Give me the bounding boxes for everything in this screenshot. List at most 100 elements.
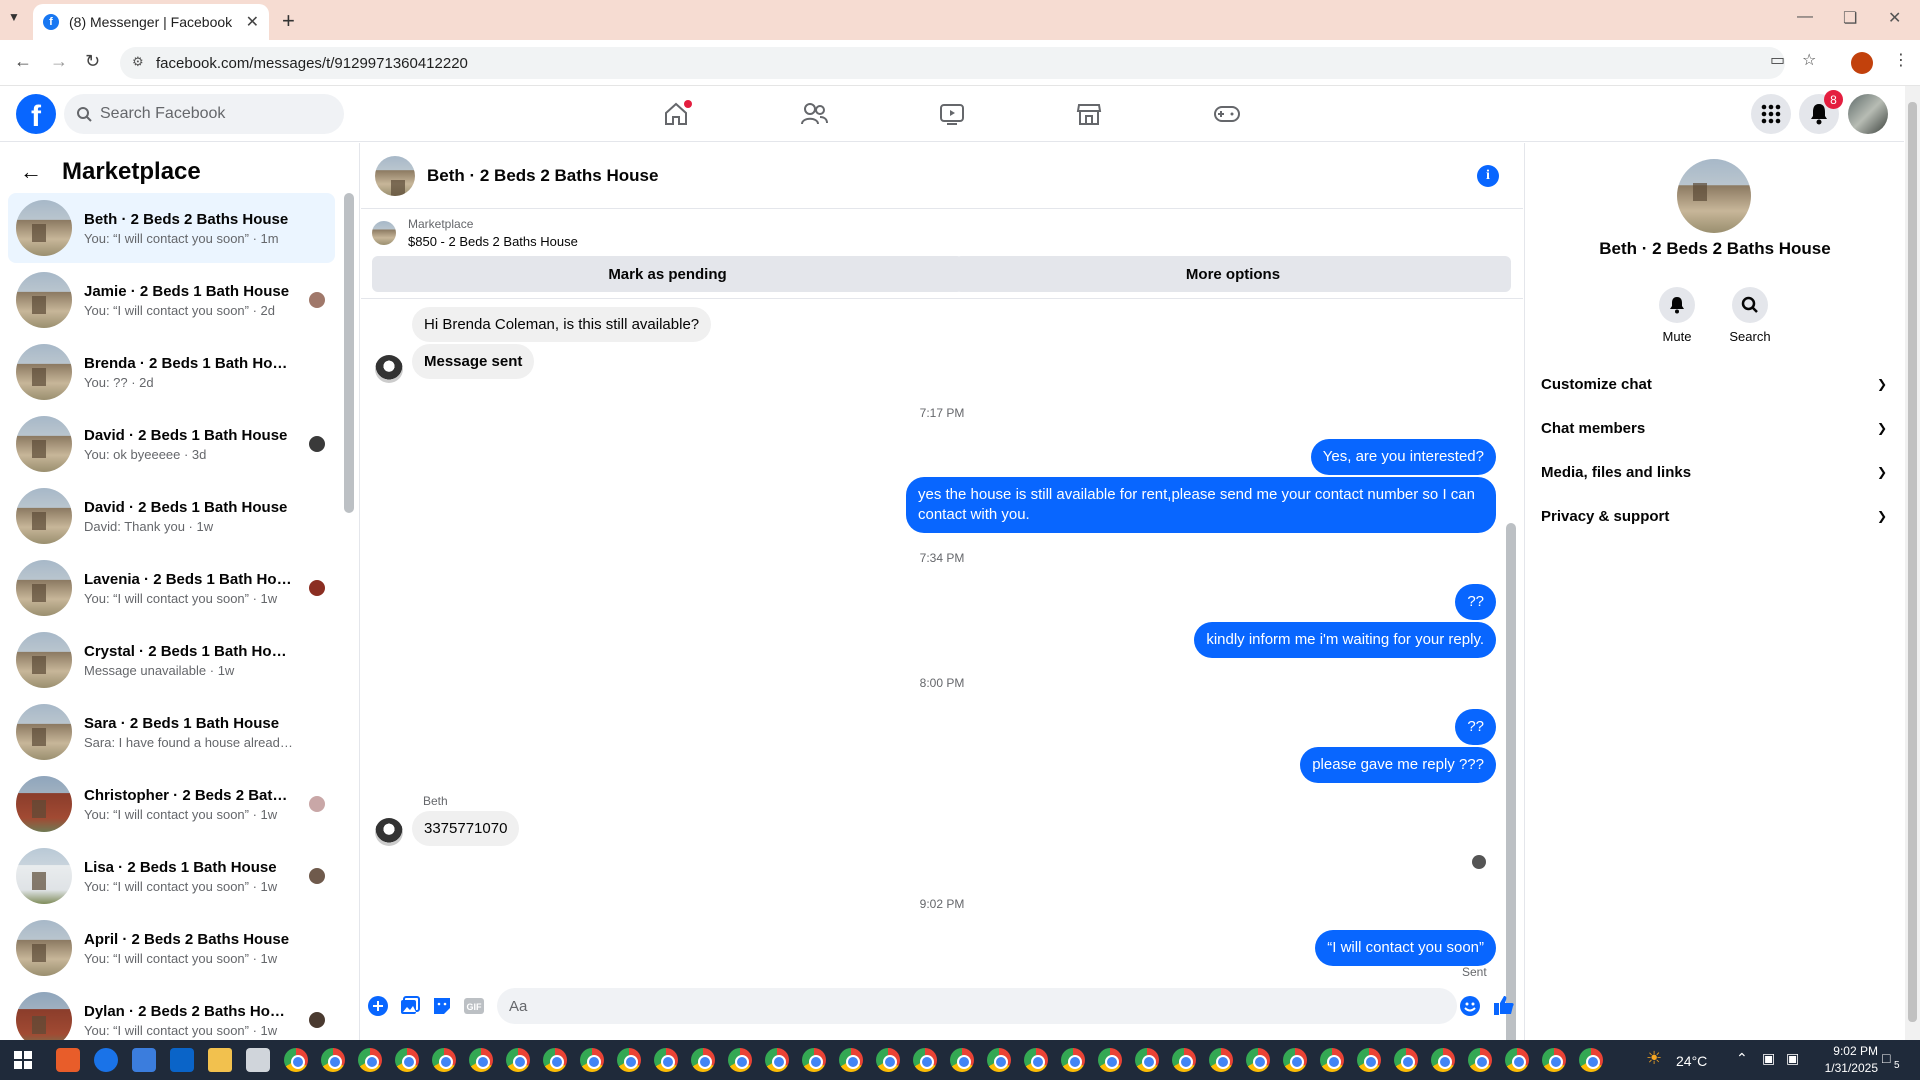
browser-tab[interactable]: f (8) Messenger | Facebook ✕ (33, 4, 269, 40)
chrome-icon[interactable] (580, 1048, 604, 1072)
close-tab-icon[interactable]: ✕ (246, 12, 259, 32)
chrome-icon[interactable] (1098, 1048, 1122, 1072)
mark-as-pending-button[interactable]: Mark as pending (372, 256, 963, 292)
restore-icon[interactable]: ❏ (1843, 8, 1857, 28)
bookmark-star-icon[interactable]: ☆ (1802, 50, 1816, 70)
facebook-search-input[interactable] (100, 105, 320, 123)
privacy-support-section[interactable]: Privacy & support ❯ (1541, 498, 1887, 534)
close-window-icon[interactable]: ✕ (1888, 8, 1901, 28)
chrome-icon[interactable] (950, 1048, 974, 1072)
chrome-icon[interactable] (1468, 1048, 1492, 1072)
conversation-item[interactable]: Christopher · 2 Beds 2 Baths ... You: “I … (8, 769, 335, 839)
chrome-icon[interactable] (617, 1048, 641, 1072)
notification-center-icon[interactable]: □ (1882, 1050, 1890, 1066)
chrome-icon[interactable] (1172, 1048, 1196, 1072)
marketplace-icon[interactable] (1073, 98, 1105, 130)
clock-date[interactable]: 1/31/2025 (1804, 1061, 1878, 1075)
chat-title[interactable]: Beth · 2 Beds 2 Baths House (427, 166, 658, 186)
clock-time[interactable]: 9:02 PM (1804, 1044, 1878, 1058)
mute-button[interactable]: Mute (1647, 287, 1707, 344)
chrome-icon[interactable] (432, 1048, 456, 1072)
conversation-item[interactable]: Dylan · 2 Beds 2 Baths House You: “I will… (8, 985, 335, 1040)
chrome-icon[interactable] (765, 1048, 789, 1072)
chrome-icon[interactable] (1061, 1048, 1085, 1072)
chrome-icon[interactable] (506, 1048, 530, 1072)
photo-icon[interactable] (400, 996, 420, 1016)
chrome-icon[interactable] (1246, 1048, 1270, 1072)
volume-icon[interactable]: ▣ (1786, 1050, 1799, 1067)
chrome-icon[interactable] (395, 1048, 419, 1072)
chrome-icon[interactable] (1135, 1048, 1159, 1072)
chrome-icon[interactable] (802, 1048, 826, 1072)
reload-icon[interactable]: ↻ (85, 51, 100, 72)
chat-members-section[interactable]: Chat members ❯ (1541, 410, 1887, 446)
weather-icon[interactable]: ☀ (1646, 1048, 1662, 1069)
store-icon[interactable] (132, 1048, 156, 1072)
facebook-search[interactable] (64, 94, 344, 134)
conversation-item[interactable]: Lavenia · 2 Beds 1 Bath House You: “I wil… (8, 553, 335, 623)
weather-temp[interactable]: 24°C (1676, 1053, 1707, 1069)
outlook-icon[interactable] (170, 1048, 194, 1072)
chrome-icon[interactable] (691, 1048, 715, 1072)
sender-avatar[interactable] (375, 355, 403, 383)
chrome-icon[interactable] (1542, 1048, 1566, 1072)
install-app-icon[interactable]: ▭ (1770, 50, 1785, 70)
edge-icon[interactable] (94, 1048, 118, 1072)
new-tab-button[interactable]: + (282, 8, 295, 34)
conversation-item[interactable]: Beth · 2 Beds 2 Baths House You: “I will … (8, 193, 335, 263)
forward-icon[interactable]: → (50, 51, 68, 72)
app-icon[interactable] (56, 1048, 80, 1072)
gaming-icon[interactable] (1211, 98, 1243, 130)
watch-video-icon[interactable] (936, 98, 968, 130)
chrome-icon[interactable] (654, 1048, 678, 1072)
windows-start-icon[interactable] (14, 1051, 32, 1069)
back-arrow-icon[interactable]: ← (20, 159, 42, 185)
chat-listing-avatar[interactable] (375, 155, 415, 196)
sender-avatar[interactable] (375, 818, 403, 846)
conversation-item[interactable]: Sara · 2 Beds 1 Bath House Sara: I have f… (8, 697, 335, 767)
site-info-icon[interactable]: ⚙ (132, 54, 144, 70)
message-input[interactable] (497, 988, 1457, 1024)
tab-search-icon[interactable]: ▼ (8, 10, 20, 24)
facebook-logo-icon[interactable]: f (16, 94, 56, 134)
media-files-links-section[interactable]: Media, files and links ❯ (1541, 454, 1887, 490)
chrome-icon[interactable] (321, 1048, 345, 1072)
browser-menu-icon[interactable]: ⋮ (1893, 50, 1909, 70)
chrome-icon[interactable] (1024, 1048, 1048, 1072)
conversation-item[interactable]: Jamie · 2 Beds 1 Bath House You: “I will … (8, 265, 335, 335)
conversation-item[interactable]: David · 2 Beds 1 Bath House You: ok byeee… (8, 409, 335, 479)
chrome-icon[interactable] (358, 1048, 382, 1072)
account-avatar[interactable] (1848, 94, 1888, 134)
details-avatar[interactable] (1677, 159, 1751, 233)
sticker-icon[interactable] (432, 996, 452, 1016)
file-explorer-icon[interactable] (208, 1048, 232, 1072)
chrome-icon[interactable] (1394, 1048, 1418, 1072)
chrome-icon[interactable] (1209, 1048, 1233, 1072)
conversation-item[interactable]: Crystal · 2 Beds 1 Bath House Message una… (8, 625, 335, 695)
emoji-icon[interactable] (1460, 996, 1480, 1016)
listing-price-title[interactable]: $850 - 2 Beds 2 Baths House (408, 234, 578, 249)
gif-icon[interactable]: GIF (464, 996, 484, 1016)
url-field[interactable]: ⚙ facebook.com/messages/t/91299713604122… (120, 47, 1785, 79)
chrome-icon[interactable] (1505, 1048, 1529, 1072)
chrome-icon[interactable] (543, 1048, 567, 1072)
conversation-item[interactable]: David · 2 Beds 1 Bath House David: Thank … (8, 481, 335, 551)
app-icon[interactable] (246, 1048, 270, 1072)
menu-grid-icon[interactable] (1751, 94, 1791, 134)
conversation-item[interactable]: Lisa · 2 Beds 1 Bath House You: “I will c… (8, 841, 335, 911)
info-icon[interactable]: i (1477, 165, 1499, 187)
conversation-item[interactable]: Brenda · 2 Beds 1 Bath House You: ?? · 2d (8, 337, 335, 407)
conversation-item[interactable]: April · 2 Beds 2 Baths House You: “I will… (8, 913, 335, 983)
chrome-icon[interactable] (876, 1048, 900, 1072)
customize-chat-section[interactable]: Customize chat ❯ (1541, 366, 1887, 402)
sidebar-scrollbar[interactable] (344, 193, 354, 513)
friends-icon[interactable] (798, 98, 830, 130)
chrome-icon[interactable] (1320, 1048, 1344, 1072)
thumbs-up-icon[interactable] (1492, 993, 1516, 1017)
network-icon[interactable]: ▣ (1762, 1050, 1775, 1067)
chrome-icon[interactable] (728, 1048, 752, 1072)
back-icon[interactable]: ← (14, 51, 32, 72)
chrome-icon[interactable] (284, 1048, 308, 1072)
minimize-icon[interactable]: — (1797, 8, 1813, 26)
chrome-icon[interactable] (469, 1048, 493, 1072)
